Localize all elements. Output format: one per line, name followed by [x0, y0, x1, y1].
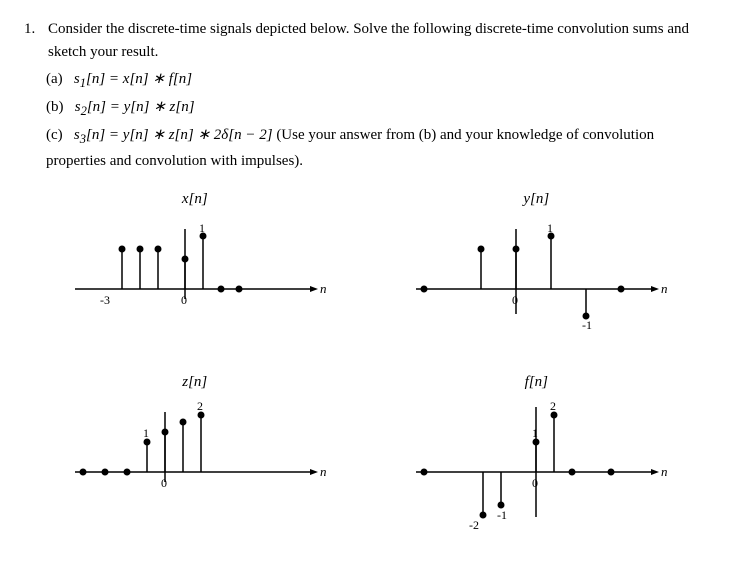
part-c-label: (c) [46, 127, 70, 143]
graph-xn: x[n] n 0 -3 [30, 191, 360, 344]
graph-zn-svg: n 0 1 2 [55, 397, 335, 527]
graph-yn: y[n] n 0 1 -1 [371, 191, 701, 344]
svg-text:0: 0 [512, 293, 518, 307]
part-c: (c) s3[n] = y[n] ∗ z[n] ∗ 2δ[n − 2] (Use… [46, 123, 707, 173]
svg-text:-1: -1 [582, 318, 592, 332]
graph-xn-title: x[n] [182, 191, 208, 208]
svg-text:0: 0 [181, 293, 187, 307]
sub-parts-list: (a) s1[n] = x[n] ∗ f[n] (b) s2[n] = y[n]… [46, 67, 707, 173]
svg-text:-3: -3 [100, 293, 110, 307]
svg-text:n: n [320, 281, 327, 296]
svg-text:-1: -1 [497, 508, 507, 522]
svg-text:2: 2 [197, 399, 203, 413]
svg-text:1: 1 [532, 426, 538, 440]
svg-text:1: 1 [547, 221, 553, 235]
part-a: (a) s1[n] = x[n] ∗ f[n] [46, 67, 707, 93]
graph-zn-title: z[n] [182, 374, 207, 391]
svg-text:n: n [661, 464, 668, 479]
problem-container: 1. Consider the discrete-time signals de… [24, 18, 707, 173]
graph-fn-title: f[n] [525, 374, 548, 391]
svg-text:2: 2 [550, 399, 556, 413]
graph-xn-svg: n 0 -3 1 [55, 214, 335, 344]
graph-fn-svg: n -1 0 1 2 -2 [396, 397, 676, 537]
svg-text:n: n [320, 464, 327, 479]
graph-yn-title: y[n] [523, 191, 549, 208]
graph-zn: z[n] n 0 1 2 [30, 374, 360, 537]
svg-text:1: 1 [143, 426, 149, 440]
svg-text:-2: -2 [469, 518, 479, 532]
svg-text:1: 1 [199, 221, 205, 235]
svg-text:0: 0 [532, 476, 538, 490]
svg-text:0: 0 [161, 476, 167, 490]
problem-main-text: Consider the discrete-time signals depic… [48, 18, 707, 63]
part-a-text: s1[n] = x[n] ∗ f[n] [74, 71, 192, 87]
problem-number-row: 1. Consider the discrete-time signals de… [24, 18, 707, 63]
graph-fn: f[n] n -1 0 1 2 [371, 374, 701, 537]
graph-yn-svg: n 0 1 -1 [396, 214, 676, 344]
part-b-label: (b) [46, 99, 71, 115]
part-b-text: s2[n] = y[n] ∗ z[n] [75, 99, 195, 115]
svg-text:n: n [661, 281, 668, 296]
part-b: (b) s2[n] = y[n] ∗ z[n] [46, 95, 707, 121]
part-c-text: s3[n] = y[n] ∗ z[n] ∗ 2δ[n − 2] [74, 127, 273, 143]
part-a-label: (a) [46, 71, 70, 87]
graphs-container: x[n] n 0 -3 [24, 191, 707, 567]
problem-number: 1. [24, 18, 42, 63]
